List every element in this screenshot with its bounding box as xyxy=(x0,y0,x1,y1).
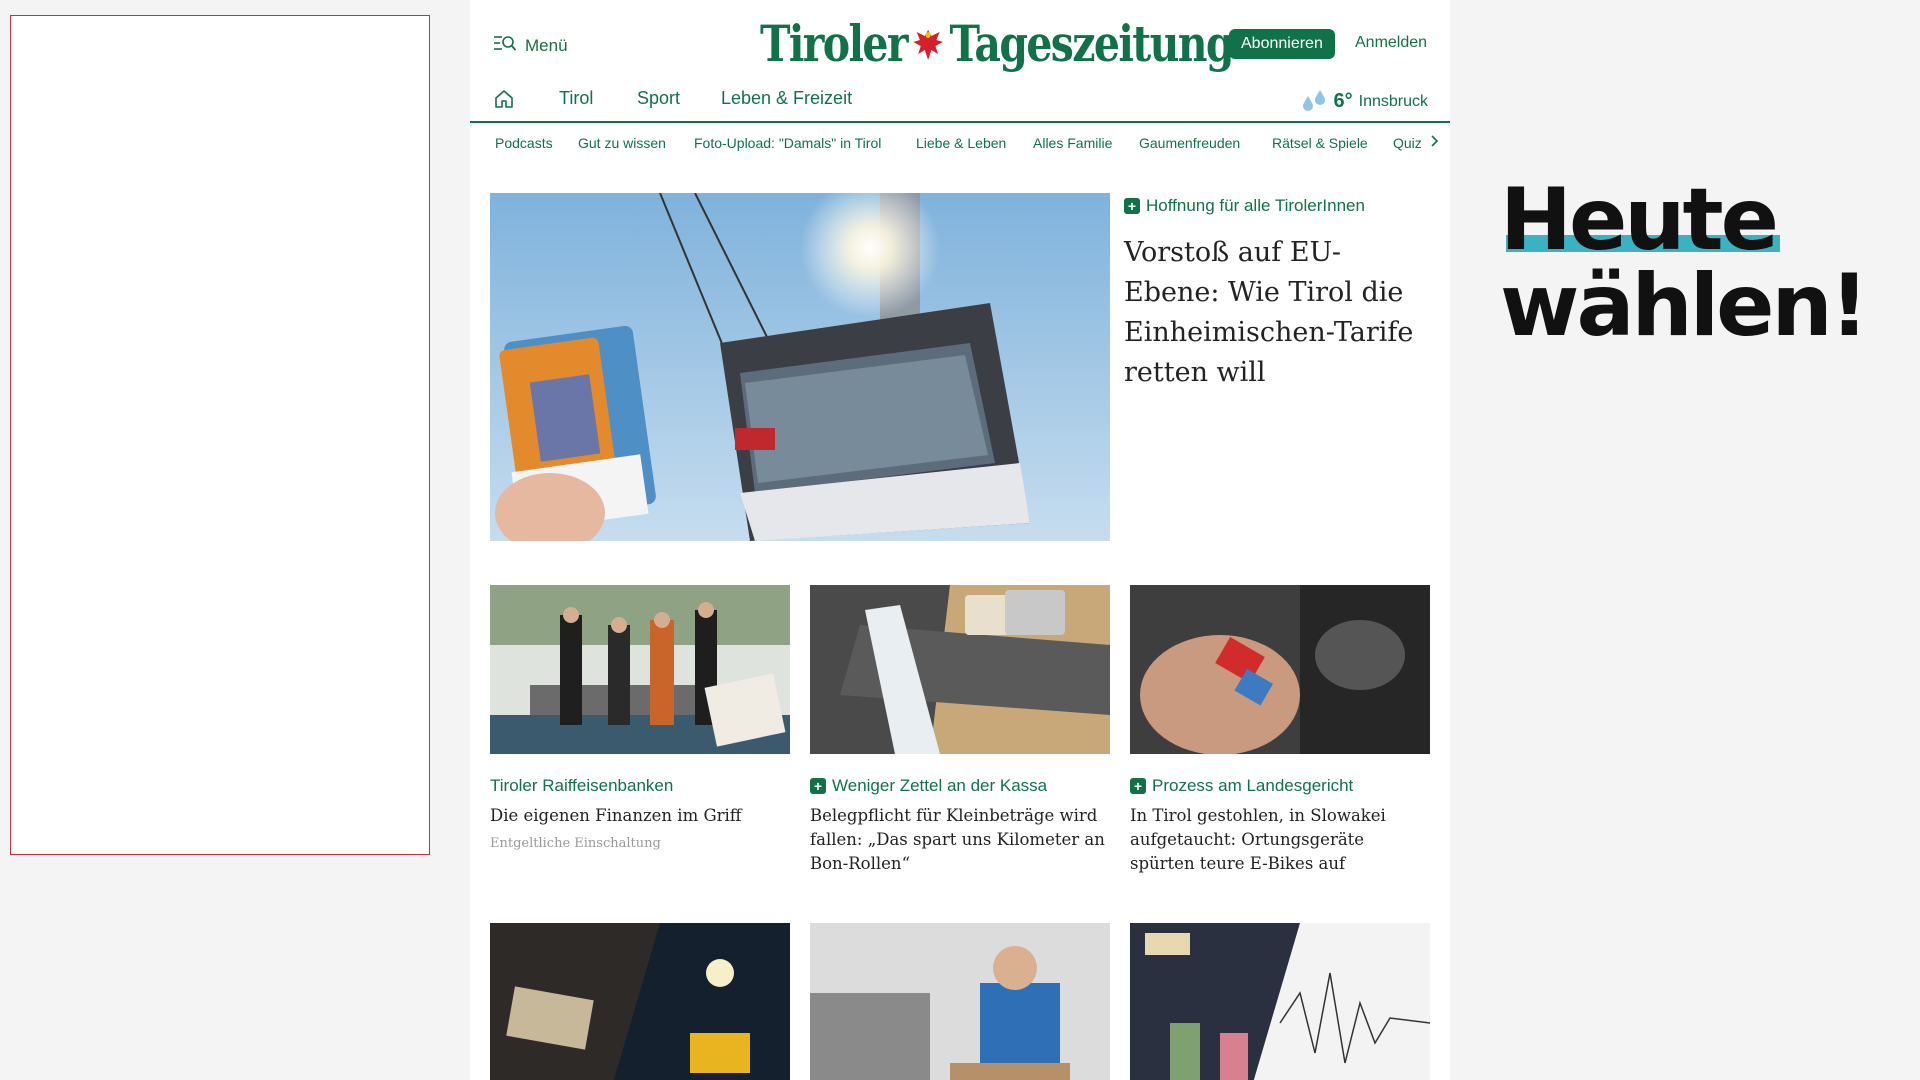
article-card[interactable]: + Prozess am Landesgericht In Tirol gest… xyxy=(1130,585,1430,876)
subnav-quiz[interactable]: Quiz xyxy=(1393,135,1422,151)
weather-widget[interactable]: 6° Innsbruck xyxy=(1300,86,1428,117)
article-image xyxy=(1130,585,1430,754)
article-image xyxy=(490,923,790,1080)
menu-button[interactable]: Menü xyxy=(493,34,568,57)
subnav-liebe-leben[interactable]: Liebe & Leben xyxy=(916,135,1006,151)
article-kicker: + Prozess am Landesgericht xyxy=(1130,776,1430,796)
nav-item-leben-freizeit[interactable]: Leben & Freizeit xyxy=(721,88,852,109)
article-card[interactable] xyxy=(490,923,790,1080)
subnav-podcasts[interactable]: Podcasts xyxy=(495,135,553,151)
hero-kicker[interactable]: + Hoffnung für alle TirolerInnen xyxy=(1124,196,1365,216)
plus-icon: + xyxy=(1124,198,1140,214)
plus-icon: + xyxy=(1130,778,1146,794)
ad-headline-line1: Heute xyxy=(1500,170,1780,270)
plus-icon: + xyxy=(810,778,826,794)
nav-item-tirol[interactable]: Tirol xyxy=(559,88,593,109)
article-image xyxy=(810,585,1110,754)
site-logo[interactable]: Tiroler Tageszeitung xyxy=(760,14,1235,73)
article-image xyxy=(810,923,1110,1080)
logo-text-left: Tiroler xyxy=(760,14,908,73)
article-card[interactable]: Tiroler Raiffeisenbanken Die eigenen Fin… xyxy=(490,585,790,851)
article-kicker-text: Weniger Zettel an der Kassa xyxy=(832,776,1048,795)
menu-label: Menü xyxy=(525,35,568,55)
right-ad-banner[interactable]: Heute wählen! xyxy=(1500,170,1910,356)
nav-item-sport[interactable]: Sport xyxy=(637,88,680,109)
article-card[interactable] xyxy=(810,923,1110,1080)
left-ad-frame[interactable] xyxy=(10,15,430,855)
subscribe-button[interactable]: Abonnieren xyxy=(1229,29,1335,59)
article-title: Die eigenen Finanzen im Griff xyxy=(490,806,742,825)
hero-kicker-text: Hoffnung für alle TirolerInnen xyxy=(1146,196,1365,215)
weather-city: Innsbruck xyxy=(1358,92,1428,110)
article-kicker: Tiroler Raiffeisenbanken xyxy=(490,776,674,795)
article-title: In Tirol gestohlen, in Slowakei aufgetau… xyxy=(1130,806,1386,873)
news-page: Menü Tiroler Tageszeitung Abonnieren Anm… xyxy=(470,0,1450,1080)
hero-image[interactable] xyxy=(490,193,1110,541)
home-icon[interactable] xyxy=(493,88,515,115)
subnav-gaumenfreuden[interactable]: Gaumenfreuden xyxy=(1139,135,1240,151)
tyrol-eagle-icon xyxy=(912,24,945,64)
sponsored-label: Entgeltliche Einschaltung xyxy=(490,836,661,851)
chevron-right-icon[interactable] xyxy=(1430,134,1440,151)
site-header: Menü Tiroler Tageszeitung Abonnieren Anm… xyxy=(470,0,1450,86)
rain-icon xyxy=(1300,86,1328,117)
article-image xyxy=(490,585,790,754)
login-link[interactable]: Anmelden xyxy=(1355,34,1427,52)
subnav-alles-familie[interactable]: Alles Familie xyxy=(1033,135,1112,151)
sub-navigation: Podcasts Gut zu wissen Foto-Upload: "Dam… xyxy=(470,123,1450,161)
weather-temperature: 6° xyxy=(1333,90,1353,112)
subnav-raetsel-spiele[interactable]: Rätsel & Spiele xyxy=(1272,135,1368,151)
ad-line1-text: Heute xyxy=(1500,170,1779,270)
main-navigation: Tirol Sport Leben & Freizeit 6° Innsbruc… xyxy=(470,86,1450,123)
subnav-foto-upload[interactable]: Foto-Upload: "Damals" in Tirol xyxy=(694,135,881,151)
menu-search-icon xyxy=(493,34,517,57)
subnav-gut-zu-wissen[interactable]: Gut zu wissen xyxy=(578,135,666,151)
ad-headline-line2: wählen! xyxy=(1500,256,1869,356)
article-kicker-text: Prozess am Landesgericht xyxy=(1152,776,1354,795)
article-title: Belegpflicht für Kleinbeträge wird falle… xyxy=(810,806,1105,873)
logo-text-right: Tageszeitung xyxy=(949,14,1234,73)
article-card[interactable]: + Weniger Zettel an der Kassa Belegpflic… xyxy=(810,585,1110,876)
article-kicker: + Weniger Zettel an der Kassa xyxy=(810,776,1110,796)
article-card[interactable] xyxy=(1130,923,1430,1080)
article-image xyxy=(1130,923,1430,1080)
hero-headline[interactable]: Vorstoß auf EU-Ebene: Wie Tirol die Einh… xyxy=(1124,233,1434,393)
